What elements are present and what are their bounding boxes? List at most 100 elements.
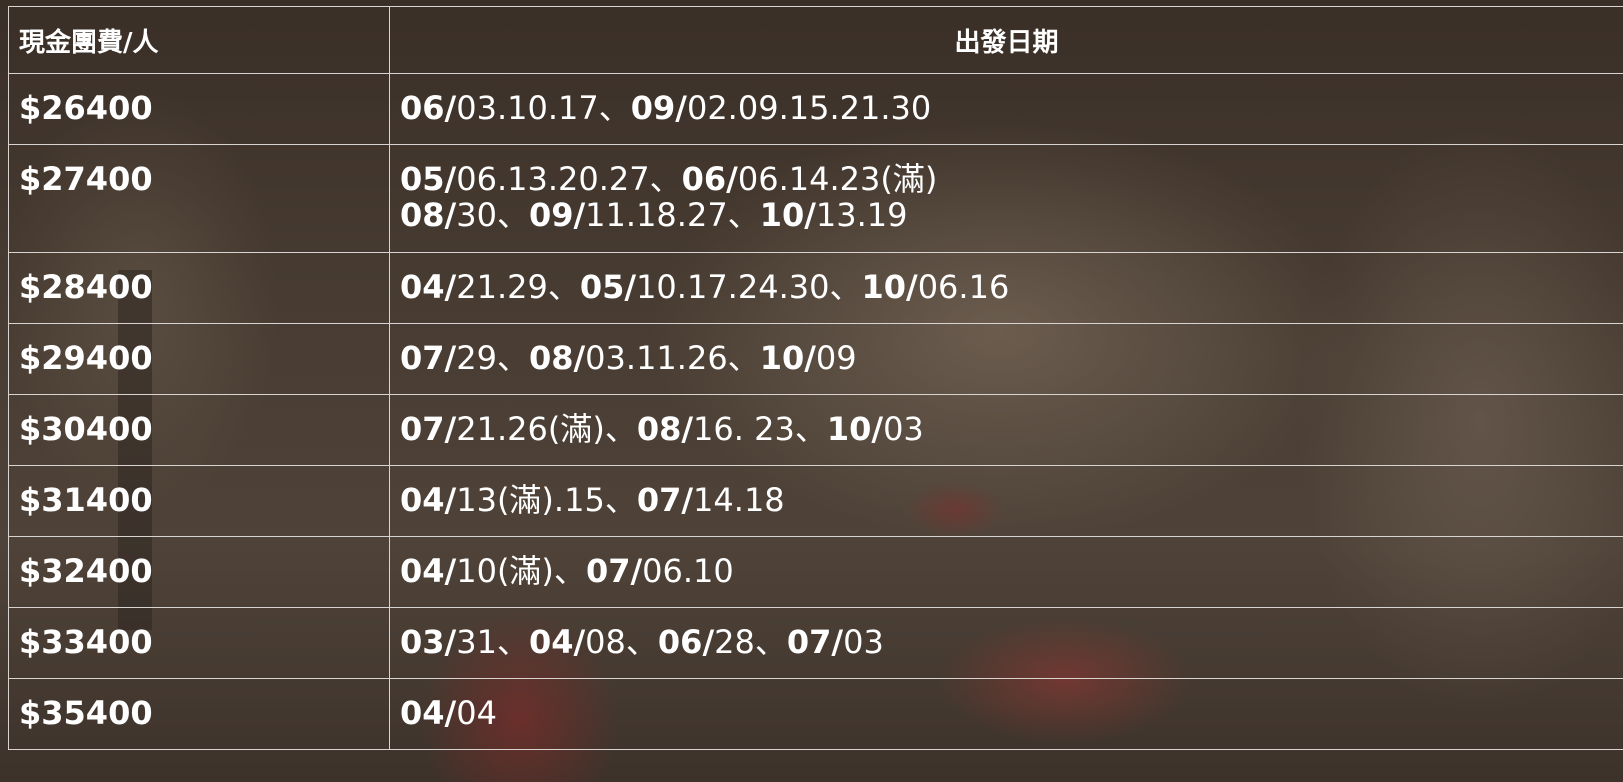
day-list: 30: [456, 196, 497, 234]
dates-cell: 07/29、08/03.11.26、10/09: [389, 323, 1623, 395]
month-label: 04/: [400, 268, 457, 306]
date-separator: 、: [496, 623, 529, 661]
month-label: 10/: [759, 339, 816, 377]
price-cell: $35400: [8, 678, 390, 750]
price-cell: $28400: [8, 252, 390, 324]
dates-cell: 04/04: [389, 678, 1623, 750]
day-list: 02.09.15.21.30: [686, 89, 932, 127]
month-label: 06/: [681, 160, 738, 198]
date-line: 07/29、08/03.11.26、10/09: [400, 340, 1613, 376]
date-separator: 、: [547, 268, 580, 306]
table-header-row: 現金團費/人 出發日期: [8, 6, 1623, 74]
day-list: 04: [456, 694, 497, 732]
dates-cell: 04/10(滿)、07/06.10: [389, 536, 1623, 608]
date-separator: 、: [604, 410, 637, 448]
month-label: 10/: [759, 196, 816, 234]
day-list: 06.10: [642, 552, 734, 590]
day-list: 13(滿).15: [456, 481, 605, 519]
price-cell: $29400: [8, 323, 390, 395]
day-list: 10.17.24.30: [636, 268, 830, 306]
price-cell: $30400: [8, 394, 390, 466]
day-list: 10(滿): [456, 552, 554, 590]
date-line: 05/06.13.20.27、06/06.14.23(滿): [400, 161, 1613, 197]
date-separator: 、: [754, 623, 787, 661]
month-label: 04/: [400, 481, 457, 519]
price-column-header: 現金團費/人: [8, 6, 390, 74]
date-line: 06/03.10.17、09/02.09.15.21.30: [400, 90, 1613, 126]
price-cell: $31400: [8, 465, 390, 537]
month-label: 08/: [528, 339, 586, 377]
day-list: 03: [883, 410, 924, 448]
table-body: $26400 06/03.10.17、09/02.09.15.21.30 $2740…: [8, 73, 1623, 750]
dates-cell: 07/21.26(滿)、08/16. 23、10/03: [389, 394, 1623, 466]
departure-price-table: 現金團費/人 出發日期 $26400 06/03.10.17、09/02.09.1…: [8, 6, 1623, 750]
date-separator: 、: [649, 160, 682, 198]
month-label: 06/: [657, 623, 715, 661]
day-list: 28: [714, 623, 755, 661]
date-separator: 、: [496, 339, 529, 377]
dates-cell: 05/06.13.20.27、06/06.14.23(滿) 08/30、09/11…: [389, 144, 1623, 253]
date-separator: 、: [553, 552, 586, 590]
month-label: 08/: [636, 410, 694, 448]
date-line: 03/31、04/08、06/28、07/03: [400, 624, 1613, 660]
day-list: 14.18: [693, 481, 785, 519]
month-label: 07/: [786, 623, 844, 661]
month-label: 04/: [400, 552, 457, 590]
date-separator: 、: [604, 481, 637, 519]
month-label: 04/: [528, 623, 586, 661]
day-list: 21.29: [456, 268, 548, 306]
date-separator: 、: [625, 623, 658, 661]
table-row: $29400 07/29、08/03.11.26、10/09: [8, 323, 1623, 395]
date-separator: 、: [727, 339, 760, 377]
day-list: 08: [585, 623, 626, 661]
table-row: $31400 04/13(滿).15、07/14.18: [8, 465, 1623, 537]
price-cell: $32400: [8, 536, 390, 608]
date-separator: 、: [794, 410, 827, 448]
day-list: 21.26(滿): [456, 410, 605, 448]
dates-column-header: 出發日期: [389, 6, 1623, 74]
month-label: 05/: [579, 268, 637, 306]
day-list: 06.14.23(滿): [737, 160, 938, 198]
month-label: 09/: [630, 89, 687, 127]
month-label: 05/: [400, 160, 457, 198]
month-label: 10/: [861, 268, 918, 306]
day-list: 06.13.20.27: [456, 160, 650, 198]
dates-cell: 04/13(滿).15、07/14.18: [389, 465, 1623, 537]
date-line: 07/21.26(滿)、08/16. 23、10/03: [400, 411, 1613, 447]
date-line: 04/10(滿)、07/06.10: [400, 553, 1613, 589]
month-label: 04/: [400, 694, 457, 732]
day-list: 09: [815, 339, 857, 377]
day-list: 13.19: [815, 196, 908, 234]
date-separator: 、: [727, 196, 760, 234]
month-label: 03/: [400, 623, 457, 661]
month-label: 07/: [400, 410, 457, 448]
day-list: 03: [843, 623, 884, 661]
day-list: 03.10.17: [456, 89, 599, 127]
dates-cell: 06/03.10.17、09/02.09.15.21.30: [389, 73, 1623, 145]
table-row: $30400 07/21.26(滿)、08/16. 23、10/03: [8, 394, 1623, 466]
price-cell: $26400: [8, 73, 390, 145]
date-line: 04/04: [400, 695, 1613, 731]
day-list: 31: [456, 623, 497, 661]
table-row: $33400 03/31、04/08、06/28、07/03: [8, 607, 1623, 679]
table-row: $35400 04/04: [8, 678, 1623, 750]
month-label: 08/: [400, 196, 457, 234]
table-row: $28400 04/21.29、05/10.17.24.30、10/06.16: [8, 252, 1623, 324]
day-list: 29: [456, 339, 497, 377]
month-label: 10/: [826, 410, 884, 448]
table-row: $32400 04/10(滿)、07/06.10: [8, 536, 1623, 608]
date-separator: 、: [829, 268, 862, 306]
dates-cell: 04/21.29、05/10.17.24.30、10/06.16: [389, 252, 1623, 324]
dates-cell: 03/31、04/08、06/28、07/03: [389, 607, 1623, 679]
day-list: 16. 23: [693, 410, 795, 448]
month-label: 07/: [585, 552, 643, 590]
date-line: 04/13(滿).15、07/14.18: [400, 482, 1613, 518]
month-label: 06/: [400, 89, 457, 127]
table-row: $27400 05/06.13.20.27、06/06.14.23(滿) 08/30…: [8, 144, 1623, 253]
month-label: 09/: [528, 196, 586, 234]
month-label: 07/: [636, 481, 694, 519]
table-row: $26400 06/03.10.17、09/02.09.15.21.30: [8, 73, 1623, 145]
month-label: 07/: [400, 339, 457, 377]
date-separator: 、: [496, 196, 529, 234]
price-cell: $27400: [8, 144, 390, 253]
